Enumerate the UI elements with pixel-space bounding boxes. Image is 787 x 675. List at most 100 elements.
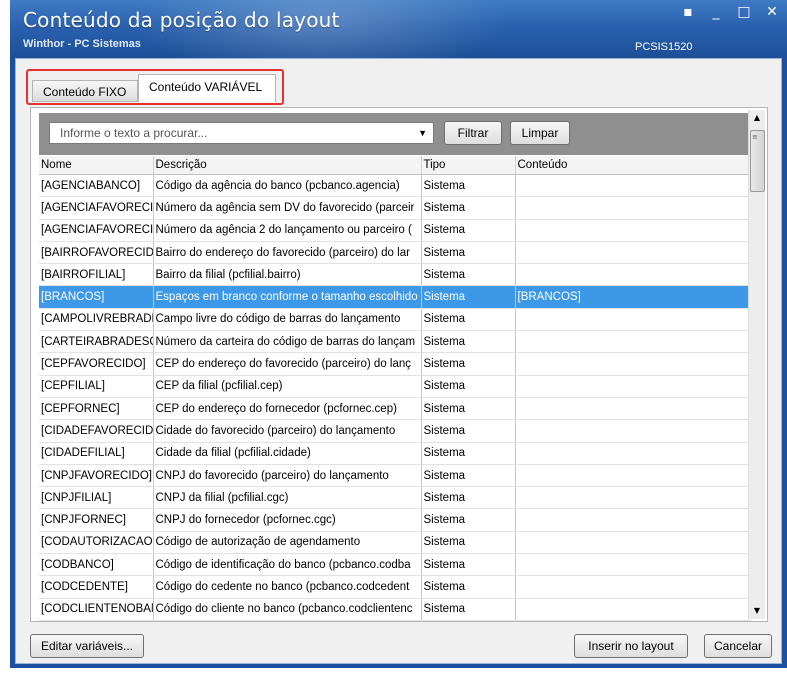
cell-descricao[interactable]: CNPJ da filial (pcfilial.cgc) <box>153 486 422 510</box>
cell-descricao[interactable]: CNPJ do fornecedor (pcfornec.cgc) <box>153 508 422 532</box>
cell-descricao[interactable]: CNPJ do favorecido (parceiro) do lançame… <box>153 464 422 488</box>
cell-tipo[interactable]: Sistema <box>421 397 516 421</box>
cell-tipo[interactable]: Sistema <box>421 553 516 577</box>
table-row[interactable]: [AGENCIAFAVORECI Número da agência 2 do l… <box>39 219 752 242</box>
cell-conteudo[interactable] <box>515 531 752 555</box>
cell-conteudo[interactable] <box>515 397 752 421</box>
cell-nome[interactable]: [CODAUTORIZACAO <box>39 531 154 555</box>
cell-nome[interactable]: [AGENCIABANCO] <box>39 174 154 198</box>
edit-variables-button[interactable]: Editar variáveis... <box>30 634 144 658</box>
cell-nome[interactable]: [CIDADEFILIAL] <box>39 442 154 465</box>
cell-descricao[interactable]: Cidade da filial (pcfilial.cidade) <box>153 442 422 465</box>
table-row[interactable]: [CIDADEFAVORECID Cidade do favorecido (pa… <box>39 419 752 443</box>
cell-nome[interactable]: [CARTEIRABRADESC <box>39 330 154 354</box>
cell-tipo[interactable]: Sistema <box>421 508 516 532</box>
cell-tipo[interactable]: Sistema <box>421 419 516 443</box>
cell-descricao[interactable]: Cidade do favorecido (parceiro) do lança… <box>153 419 422 443</box>
cell-descricao[interactable]: Bairro do endereço do favorecido (parcei… <box>153 241 422 265</box>
cell-descricao[interactable]: Bairro da filial (pcfilial.bairro) <box>153 263 422 287</box>
minimize-icon[interactable]: _ <box>709 4 723 20</box>
cell-conteudo[interactable] <box>515 553 752 577</box>
cell-descricao[interactable]: Código do cliente no banco (pcbanco.codc… <box>153 598 422 621</box>
cell-tipo[interactable]: Sistema <box>421 531 516 555</box>
cell-descricao[interactable]: CEP da filial (pcfilial.cep) <box>153 375 422 398</box>
cell-tipo[interactable]: Sistema <box>421 285 516 309</box>
table-row[interactable]: [CODCLIENTENOBAN Código do cliente no ban… <box>39 598 752 621</box>
close-icon[interactable]: ✕ <box>765 4 779 20</box>
cell-tipo[interactable]: Sistema <box>421 442 516 465</box>
title-bar[interactable]: Conteúdo da posição do layout Winthor - … <box>10 0 787 58</box>
table-row[interactable]: [BAIRROFILIAL] Bairro da filial (pcfilial… <box>39 263 752 287</box>
table-row[interactable]: [CODCONTALANC]Código da conta gerencial … <box>39 620 752 622</box>
table-row[interactable]: [AGENCIAFAVORECI Número da agência sem DV… <box>39 196 752 220</box>
cell-conteudo[interactable] <box>515 308 752 332</box>
cell-conteudo[interactable] <box>515 174 752 198</box>
cell-conteudo[interactable] <box>515 263 752 287</box>
table-row[interactable]: [CEPFORNEC] CEP do endereço do fornecedor… <box>39 397 752 421</box>
table-row[interactable]: [AGENCIABANCO] Código da agência do banco… <box>39 174 752 198</box>
cell-conteudo[interactable] <box>515 486 752 510</box>
cell-conteudo[interactable] <box>515 575 752 599</box>
cell-conteudo[interactable] <box>515 464 752 488</box>
cell-tipo[interactable]: Sistema <box>421 486 516 510</box>
cell-tipo[interactable]: Sistema <box>421 174 516 198</box>
cell-tipo[interactable]: Sistema <box>421 330 516 354</box>
vertical-scrollbar[interactable]: ▲ ≡ ▼ <box>748 110 765 619</box>
column-header-nome[interactable]: Nome <box>39 156 154 175</box>
cell-descricao[interactable]: Número da carteira do código de barras d… <box>153 330 422 354</box>
cell-conteudo[interactable] <box>515 352 752 376</box>
tab-conteudo-variavel[interactable]: Conteúdo VARIÁVEL <box>138 74 276 102</box>
table-row[interactable]: [CODAUTORIZACAO Código de autorização de … <box>39 531 752 555</box>
cell-descricao[interactable]: Espaços em branco conforme o tamanho esc… <box>153 285 422 309</box>
table-row[interactable]: [CEPFAVORECIDO] CEP do endereço do favore… <box>39 352 752 376</box>
cell-conteudo[interactable] <box>515 442 752 465</box>
cell-nome[interactable]: [BAIRROFAVORECID <box>39 241 154 265</box>
cell-conteudo[interactable] <box>515 508 752 532</box>
cell-nome[interactable]: [CIDADEFAVORECID <box>39 419 154 443</box>
table-row[interactable]: [CNPJFILIAL] CNPJ da filial (pcfilial.cgc… <box>39 486 752 510</box>
cell-nome[interactable]: [CAMPOLIVREBRADE <box>39 308 154 332</box>
table-row[interactable]: [CEPFILIAL] CEP da filial (pcfilial.cep) S… <box>39 375 752 398</box>
cell-descricao[interactable]: Código da conta gerencial do lançamento … <box>153 620 422 622</box>
dropdown-arrow-icon[interactable]: ▼ <box>418 123 427 143</box>
scroll-down-icon[interactable]: ▼ <box>749 603 765 619</box>
cell-tipo[interactable]: Sistema <box>421 263 516 287</box>
cell-conteudo[interactable] <box>515 419 752 443</box>
cell-descricao[interactable]: CEP do endereço do fornecedor (pcfornec.… <box>153 397 422 421</box>
column-header-conteudo[interactable]: Conteúdo <box>515 156 752 175</box>
table-row[interactable]: [CODCEDENTE] Código do cedente no banco (… <box>39 575 752 599</box>
cell-nome[interactable]: [BAIRROFILIAL] <box>39 263 154 287</box>
insert-in-layout-button[interactable]: Inserir no layout <box>574 634 688 658</box>
cell-tipo[interactable]: Sistema <box>421 620 516 622</box>
cell-conteudo[interactable] <box>515 241 752 265</box>
cell-descricao[interactable]: Código de autorização de agendamento <box>153 531 422 555</box>
cell-nome[interactable]: [CNPJFILIAL] <box>39 486 154 510</box>
cell-nome[interactable]: [CEPFILIAL] <box>39 375 154 398</box>
cell-nome[interactable]: [CEPFAVORECIDO] <box>39 352 154 376</box>
cell-conteudo[interactable] <box>515 330 752 354</box>
cell-tipo[interactable]: Sistema <box>421 464 516 488</box>
cell-nome[interactable]: [CODBANCO] <box>39 553 154 577</box>
cell-conteudo[interactable] <box>515 196 752 220</box>
column-header-tipo[interactable]: Tipo <box>421 156 516 175</box>
cell-tipo[interactable]: Sistema <box>421 375 516 398</box>
restore-icon[interactable]: ▪ <box>681 4 695 20</box>
tab-conteudo-fixo[interactable]: Conteúdo FIXO <box>32 80 138 102</box>
cell-descricao[interactable]: Número da agência sem DV do favorecido (… <box>153 196 422 220</box>
table-row[interactable]: [CNPJFAVORECIDO] CNPJ do favorecido (parc… <box>39 464 752 488</box>
cell-tipo[interactable]: Sistema <box>421 196 516 220</box>
cell-nome[interactable]: [AGENCIAFAVORECI <box>39 196 154 220</box>
cell-nome[interactable]: [AGENCIAFAVORECI <box>39 219 154 242</box>
table-row[interactable]: [CODBANCO] Código de identificação do ban… <box>39 553 752 577</box>
table-row[interactable]: [CNPJFORNEC] CNPJ do fornecedor (pcfornec… <box>39 508 752 532</box>
maximize-icon[interactable]: □ <box>737 4 751 20</box>
cell-nome[interactable]: [CNPJFAVORECIDO] <box>39 464 154 488</box>
cell-nome[interactable]: [CODCONTALANC] <box>39 620 154 622</box>
cell-nome[interactable]: [CEPFORNEC] <box>39 397 154 421</box>
table-row[interactable]: [BRANCOS] Espaços em branco conforme o ta… <box>39 285 752 309</box>
table-row[interactable]: [CIDADEFILIAL] Cidade da filial (pcfilial… <box>39 442 752 465</box>
cell-tipo[interactable]: Sistema <box>421 219 516 242</box>
cell-descricao[interactable]: CEP do endereço do favorecido (parceiro)… <box>153 352 422 376</box>
cell-nome[interactable]: [BRANCOS] <box>39 285 154 309</box>
cell-descricao[interactable]: Código da agência do banco (pcbanco.agen… <box>153 174 422 198</box>
